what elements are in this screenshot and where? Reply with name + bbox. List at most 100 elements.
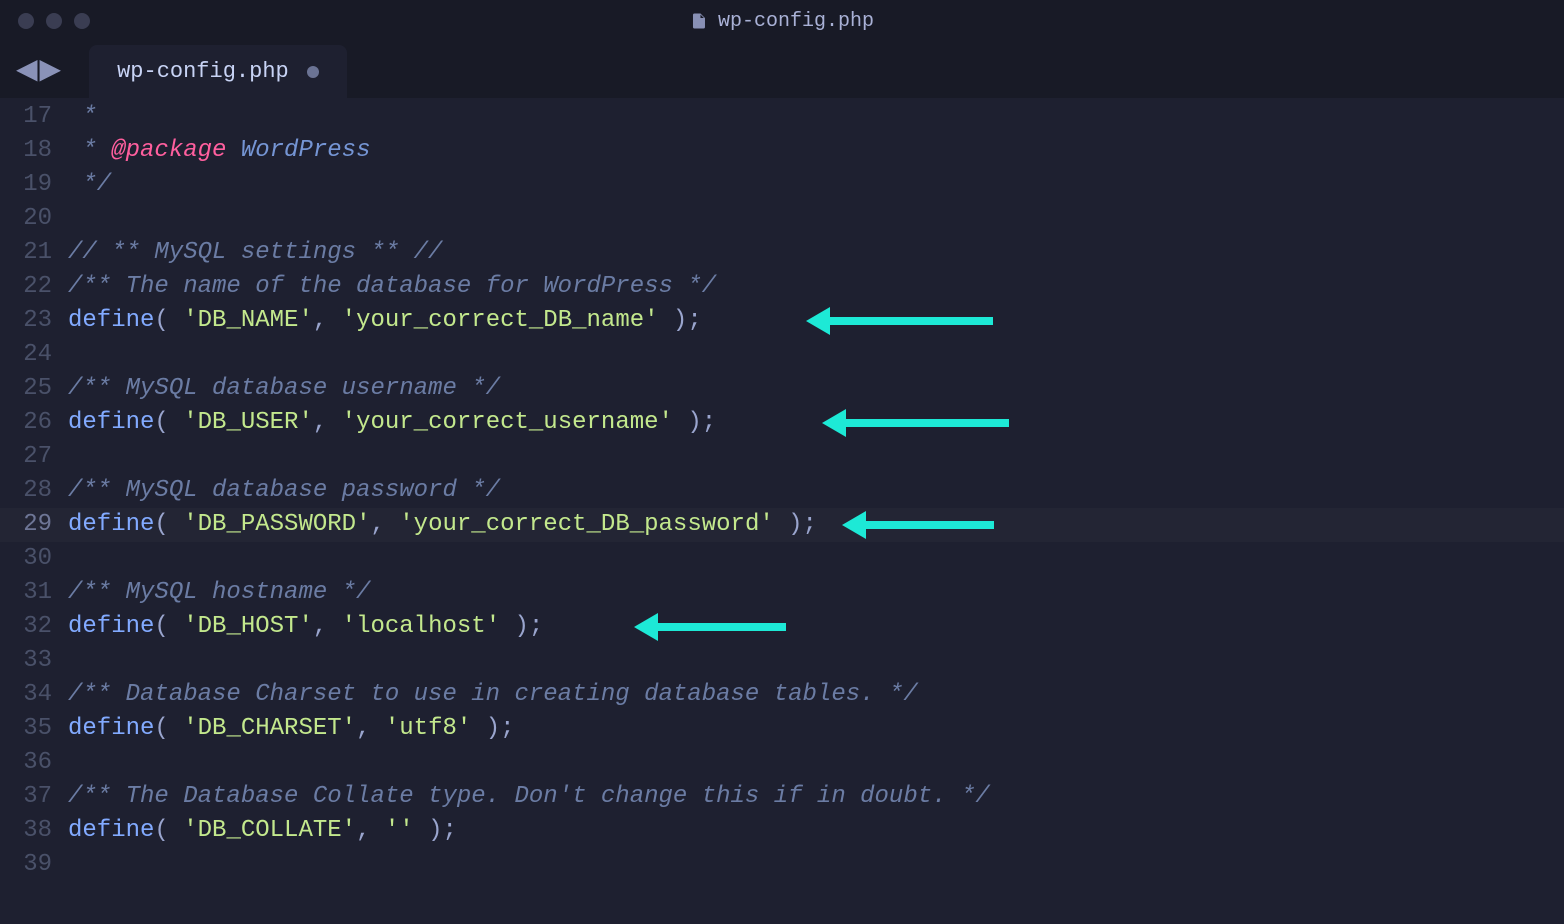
code-line[interactable] bbox=[68, 746, 990, 780]
code-line[interactable] bbox=[68, 542, 990, 576]
titlebar: wp-config.php bbox=[0, 0, 1564, 42]
code-token: ); bbox=[471, 715, 514, 742]
code-line[interactable]: define( 'DB_NAME', 'your_correct_DB_name… bbox=[68, 304, 990, 338]
code-token: define bbox=[68, 817, 154, 844]
line-number: 38 bbox=[10, 814, 52, 848]
maximize-icon[interactable] bbox=[74, 13, 90, 29]
tab-label: wp-config.php bbox=[117, 59, 289, 84]
close-icon[interactable] bbox=[18, 13, 34, 29]
code-line[interactable] bbox=[68, 440, 990, 474]
window-title-text: wp-config.php bbox=[718, 10, 874, 33]
code-token: define bbox=[68, 511, 154, 538]
code-token: , bbox=[370, 511, 399, 538]
line-number: 17 bbox=[10, 100, 52, 134]
code-token bbox=[68, 171, 82, 198]
code-token: /** The Database Collate type. Don't cha… bbox=[68, 783, 990, 810]
code-token: */ bbox=[82, 171, 111, 198]
code-token: 'DB_NAME' bbox=[183, 307, 313, 334]
code-token: ( bbox=[154, 715, 183, 742]
code-token: define bbox=[68, 715, 154, 742]
code-line[interactable]: define( 'DB_PASSWORD', 'your_correct_DB_… bbox=[0, 508, 1564, 542]
code-token: define bbox=[68, 409, 154, 436]
code-line[interactable]: define( 'DB_COLLATE', '' ); bbox=[68, 814, 990, 848]
code-token: 'localhost' bbox=[342, 613, 500, 640]
tab-modified-icon bbox=[307, 66, 319, 78]
code-line[interactable]: define( 'DB_USER', 'your_correct_usernam… bbox=[68, 406, 990, 440]
code-token: ( bbox=[154, 307, 183, 334]
code-token: 'your_correct_DB_name' bbox=[342, 307, 659, 334]
code-token bbox=[68, 137, 82, 164]
code-editor[interactable]: 1718192021222324252627282930313233343536… bbox=[0, 98, 1564, 884]
code-token: ( bbox=[154, 817, 183, 844]
code-line[interactable]: define( 'DB_HOST', 'localhost' ); bbox=[68, 610, 990, 644]
code-line[interactable]: /** The name of the database for WordPre… bbox=[68, 270, 990, 304]
code-line[interactable] bbox=[68, 644, 990, 678]
code-token: , bbox=[356, 817, 385, 844]
code-token: , bbox=[313, 409, 342, 436]
code-line[interactable]: define( 'DB_CHARSET', 'utf8' ); bbox=[68, 712, 990, 746]
line-number: 21 bbox=[10, 236, 52, 270]
code-token: define bbox=[68, 307, 154, 334]
code-token: , bbox=[356, 715, 385, 742]
code-line[interactable]: * @package WordPress bbox=[68, 134, 990, 168]
code-token: /** MySQL database username */ bbox=[68, 375, 500, 402]
code-token: 'DB_HOST' bbox=[183, 613, 313, 640]
window-controls bbox=[18, 13, 90, 29]
line-number: 35 bbox=[10, 712, 52, 746]
code-token: /** The name of the database for WordPre… bbox=[68, 273, 716, 300]
code-area[interactable]: * * @package WordPress */ // ** MySQL se… bbox=[68, 98, 990, 884]
code-line[interactable] bbox=[68, 848, 990, 882]
nav-back-icon[interactable]: ◀ bbox=[16, 58, 38, 86]
code-token: /** MySQL database password */ bbox=[68, 477, 500, 504]
code-line[interactable]: /** MySQL database password */ bbox=[68, 474, 990, 508]
code-token: , bbox=[313, 613, 342, 640]
code-token: ); bbox=[673, 409, 716, 436]
nav-forward-icon[interactable]: ▶ bbox=[40, 58, 62, 86]
tab-wp-config[interactable]: wp-config.php bbox=[89, 45, 347, 98]
line-number: 39 bbox=[10, 848, 52, 882]
window-title: wp-config.php bbox=[690, 10, 874, 33]
code-token: ( bbox=[154, 409, 183, 436]
code-token bbox=[68, 103, 82, 130]
code-token: 'DB_PASSWORD' bbox=[183, 511, 370, 538]
code-line[interactable]: /** Database Charset to use in creating … bbox=[68, 678, 990, 712]
code-line[interactable] bbox=[68, 202, 990, 236]
code-token: // ** MySQL settings ** // bbox=[68, 239, 442, 266]
line-number: 28 bbox=[10, 474, 52, 508]
code-token: 'DB_CHARSET' bbox=[183, 715, 356, 742]
code-token: 'utf8' bbox=[385, 715, 471, 742]
code-token: ( bbox=[154, 613, 183, 640]
code-line[interactable]: /** The Database Collate type. Don't cha… bbox=[68, 780, 990, 814]
code-line[interactable]: /** MySQL database username */ bbox=[68, 372, 990, 406]
code-line[interactable]: * bbox=[68, 100, 990, 134]
code-token: 'your_correct_DB_password' bbox=[399, 511, 773, 538]
line-number: 20 bbox=[10, 202, 52, 236]
line-number: 24 bbox=[10, 338, 52, 372]
line-number: 30 bbox=[10, 542, 52, 576]
file-icon bbox=[690, 10, 708, 32]
code-token: 'DB_COLLATE' bbox=[183, 817, 356, 844]
line-number: 23 bbox=[10, 304, 52, 338]
line-number: 18 bbox=[10, 134, 52, 168]
code-line[interactable] bbox=[68, 338, 990, 372]
line-number: 34 bbox=[10, 678, 52, 712]
line-number: 31 bbox=[10, 576, 52, 610]
minimize-icon[interactable] bbox=[46, 13, 62, 29]
code-token: , bbox=[313, 307, 342, 334]
line-number: 22 bbox=[10, 270, 52, 304]
code-line[interactable]: */ bbox=[68, 168, 990, 202]
code-token: * bbox=[82, 137, 111, 164]
line-gutter: 1718192021222324252627282930313233343536… bbox=[0, 98, 68, 884]
code-token: 'your_correct_username' bbox=[342, 409, 673, 436]
code-token bbox=[226, 137, 240, 164]
line-number: 19 bbox=[10, 168, 52, 202]
line-number: 25 bbox=[10, 372, 52, 406]
code-token: WordPress bbox=[241, 137, 371, 164]
code-line[interactable]: /** MySQL hostname */ bbox=[68, 576, 990, 610]
code-token: ); bbox=[659, 307, 702, 334]
line-number: 26 bbox=[10, 406, 52, 440]
code-token: ); bbox=[500, 613, 543, 640]
code-token: ); bbox=[774, 511, 817, 538]
code-line[interactable]: // ** MySQL settings ** // bbox=[68, 236, 990, 270]
code-token: * bbox=[82, 103, 96, 130]
